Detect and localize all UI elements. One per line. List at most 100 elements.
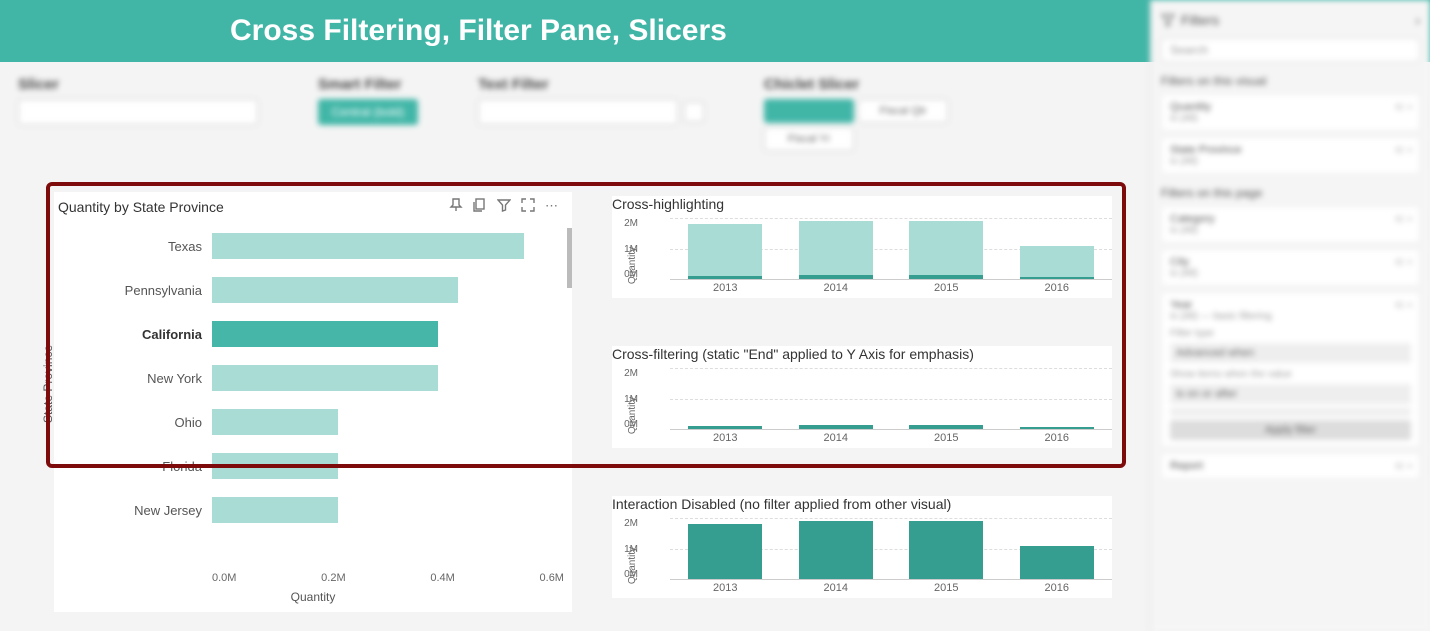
bar-category-label: Ohio — [62, 415, 202, 430]
bar-total — [688, 224, 762, 279]
bar-column[interactable] — [791, 218, 881, 279]
filters-section-page: Filters on this page — [1161, 186, 1420, 200]
filter-card[interactable]: Quantity is (All) ⟲ ˅ — [1161, 94, 1420, 131]
smart-filter-group: Smart Filter Central (bold) — [318, 76, 418, 172]
bar[interactable] — [212, 321, 438, 347]
bar[interactable] — [212, 497, 338, 523]
bar-row[interactable]: Pennsylvania — [212, 272, 564, 308]
chiclet-option[interactable]: Fiscal Yr — [764, 127, 854, 151]
filters-pane: Filters › Search Filters on this visual … — [1150, 0, 1430, 631]
more-options-icon[interactable]: ⋯ — [545, 198, 558, 215]
focus-mode-icon[interactable] — [521, 198, 535, 215]
y-tick: 0M — [614, 269, 638, 280]
bar-column[interactable] — [791, 518, 881, 579]
y-ticks: 2M1M0M — [638, 368, 662, 430]
bar-column[interactable] — [680, 218, 770, 279]
bar-column[interactable] — [1012, 368, 1102, 429]
filter-condition-select[interactable]: is on or after — [1170, 384, 1411, 404]
chiclet-option[interactable] — [764, 99, 854, 123]
x-category: 2013 — [713, 282, 737, 294]
pin-icon[interactable] — [449, 198, 463, 215]
bar-row[interactable]: Florida — [212, 448, 564, 484]
bar-column[interactable] — [791, 368, 881, 429]
bar-column[interactable] — [680, 368, 770, 429]
x-category: 2015 — [934, 282, 958, 294]
x-category: 2014 — [824, 432, 848, 444]
bar — [799, 425, 873, 429]
bar-row[interactable]: Texas — [212, 228, 564, 264]
bar-column[interactable] — [680, 518, 770, 579]
x-categories: 2013201420152016 — [670, 432, 1112, 444]
y-tick: 1M — [614, 244, 638, 255]
bar-row[interactable]: New Jersey — [212, 492, 564, 528]
bar-column[interactable] — [901, 518, 991, 579]
filter-value-input[interactable] — [1170, 408, 1411, 416]
text-filter-input[interactable] — [478, 99, 678, 125]
filters-section-visual: Filters on this visual — [1161, 74, 1420, 88]
bar[interactable] — [212, 453, 338, 479]
y-tick: 1M — [614, 544, 638, 555]
bar-category-label: Florida — [62, 459, 202, 474]
x-category: 2013 — [713, 582, 737, 594]
filter-icon — [1161, 13, 1175, 27]
filter-card[interactable]: State Province is (All) ⟲ ˅ — [1161, 137, 1420, 174]
apply-filter-button[interactable]: Apply filter — [1170, 420, 1411, 440]
bar-total — [799, 221, 873, 279]
y-ticks: 2M1M0M — [638, 518, 662, 580]
x-category: 2016 — [1045, 282, 1069, 294]
text-filter-label: Text Filter — [478, 76, 704, 93]
x-category: 2014 — [824, 282, 848, 294]
bar-row[interactable]: Ohio — [212, 404, 564, 440]
y-tick: 2M — [614, 218, 638, 229]
filter-type-select[interactable]: Advanced when — [1170, 343, 1411, 363]
filter-showitems-label: Show items when the value — [1170, 369, 1411, 380]
filter-card-field: State Province — [1170, 144, 1242, 156]
bar-column[interactable] — [901, 368, 991, 429]
chart-cross-filtering[interactable]: Cross-filtering (static "End" applied to… — [612, 346, 1112, 448]
filter-card-expanded[interactable]: Year is (All) — basic filtering ⟲ ˄ Filt… — [1161, 292, 1420, 447]
bar-row[interactable]: California — [212, 316, 564, 352]
filters-pane-title: Filters — [1181, 12, 1219, 28]
bar-column[interactable] — [1012, 518, 1102, 579]
bar-row[interactable]: New York — [212, 360, 564, 396]
filter-card[interactable]: City is (All) ⟲ ˅ — [1161, 249, 1420, 286]
filter-card-field: Category — [1170, 213, 1215, 225]
bar[interactable] — [212, 409, 338, 435]
chart-title: Cross-highlighting — [612, 196, 1112, 218]
x-categories: 2013201420152016 — [670, 582, 1112, 594]
filter-card-field: Quantity — [1170, 101, 1211, 113]
bar-column[interactable] — [901, 218, 991, 279]
filter-card[interactable]: Category is (All) ⟲ ˅ — [1161, 206, 1420, 243]
bar-highlighted — [688, 276, 762, 279]
smart-filter-chip[interactable]: Central (bold) — [318, 99, 418, 125]
chart-quantity-by-state[interactable]: Quantity by State Province ⋯ State Provi… — [54, 192, 572, 612]
bar[interactable] — [212, 365, 438, 391]
x-category: 2015 — [934, 432, 958, 444]
bar-column[interactable] — [1012, 218, 1102, 279]
filter-card-summary: is (All) — basic filtering — [1170, 311, 1411, 322]
x-category: 2015 — [934, 582, 958, 594]
chiclet-slicer-label: Chiclet Slicer — [764, 76, 964, 93]
bar-category-label: New Jersey — [62, 503, 202, 518]
chart-interaction-disabled[interactable]: Interaction Disabled (no filter applied … — [612, 496, 1112, 598]
x-tick: 0.6M — [540, 572, 564, 584]
text-filter-clear-button[interactable] — [684, 102, 704, 122]
chiclet-option[interactable]: Fiscal Qtr — [858, 99, 948, 123]
copy-icon[interactable] — [473, 198, 487, 215]
chart-cross-highlighting[interactable]: Cross-highlighting Quantity 2M1M0M 20132… — [612, 196, 1112, 298]
bar-category-label: Texas — [62, 239, 202, 254]
x-tick: 0.0M — [212, 572, 236, 584]
bar[interactable] — [212, 277, 458, 303]
x-axis-title: Quantity — [291, 590, 336, 604]
filter-icon[interactable] — [497, 198, 511, 215]
bar — [1020, 427, 1094, 429]
bar[interactable] — [212, 233, 524, 259]
bar-highlighted — [909, 275, 983, 279]
filters-search-input[interactable]: Search — [1161, 38, 1420, 62]
filters-pane-collapse-icon[interactable]: › — [1415, 12, 1420, 28]
filter-card[interactable]: Report ⟲ ˅ — [1161, 453, 1420, 479]
chart-title: Cross-filtering (static "End" applied to… — [612, 346, 1112, 368]
y-tick: 0M — [614, 569, 638, 580]
slicer-dropdown[interactable] — [18, 99, 258, 125]
chart-scrollbar[interactable] — [567, 228, 572, 288]
